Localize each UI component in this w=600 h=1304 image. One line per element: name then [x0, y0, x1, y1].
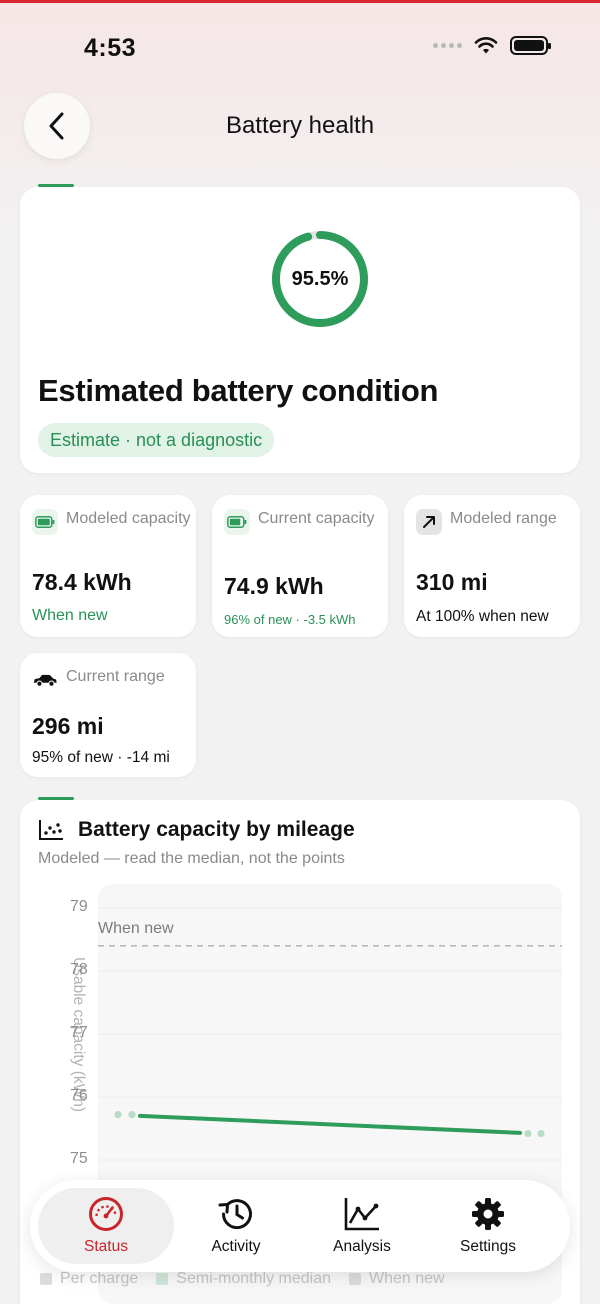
legend-label: When new	[369, 1270, 445, 1287]
per-charge-point	[524, 1129, 532, 1138]
condition-percent: 95.5%	[291, 267, 349, 290]
arrow-up-right-icon	[416, 509, 442, 535]
chart-line-icon	[344, 1198, 379, 1231]
metric-label: Modeled range	[450, 510, 557, 527]
metric-label: Current capacity	[258, 510, 375, 527]
legend-item: Semi-monthly median	[156, 1270, 331, 1288]
legend-item: Per charge	[40, 1270, 138, 1288]
tab-activity[interactable]: Activity	[168, 1188, 304, 1264]
legend-label: Semi-monthly median	[176, 1270, 331, 1287]
battery-icon	[224, 509, 250, 535]
estimate-badge: Estimate · not a diagnostic	[38, 423, 275, 457]
per-charge-point	[128, 1111, 136, 1119]
y-tick-label: 78	[70, 961, 88, 978]
gear-icon	[472, 1198, 504, 1230]
legend-item: When new	[349, 1270, 445, 1288]
condition-ring: 95.5%	[270, 229, 370, 329]
page-title: Battery health	[225, 112, 375, 139]
status-icons	[433, 36, 551, 55]
tab-settings[interactable]: Settings	[420, 1188, 556, 1264]
metric-sub: At 100% when new	[416, 608, 549, 625]
legend-swatch	[40, 1273, 52, 1285]
metric-modeled-capacity[interactable]: Modeled capacity 78.4 kWh When new	[20, 495, 196, 637]
condition-title: Estimated battery condition	[38, 373, 439, 408]
tab-label: Settings	[459, 1238, 516, 1255]
wifi-icon	[474, 36, 498, 53]
status-battery-icon	[510, 36, 551, 55]
median-line	[138, 1113, 522, 1135]
tab-label: Analysis	[333, 1238, 391, 1255]
signal-icon	[433, 43, 462, 48]
y-tick-label: 75	[70, 1150, 88, 1167]
legend-swatch	[349, 1273, 361, 1285]
y-tick-label: 77	[70, 1024, 88, 1041]
chart-legend: Per charge Semi-monthly median When new	[40, 1270, 445, 1288]
battery-condition-card: 95.5% Estimated battery condition Estima…	[20, 187, 580, 473]
status-bar: 4:53	[0, 0, 600, 96]
metric-current-capacity[interactable]: Current capacity 74.9 kWh 96% of new · -…	[212, 495, 388, 637]
tab-label: Activity	[211, 1238, 261, 1255]
car-icon	[32, 667, 58, 693]
battery-full-icon	[32, 509, 58, 535]
y-tick-label: 76	[70, 1087, 88, 1104]
bottom-tab-bar: Status Activity Analysis Settings	[30, 1180, 570, 1272]
legend-swatch	[156, 1273, 169, 1285]
metric-value: 74.9 kWh	[224, 573, 324, 599]
metric-sub: When new	[32, 607, 108, 624]
y-tick-label: 79	[70, 898, 88, 915]
metric-sub: 96% of new · -3.5 kWh	[224, 612, 356, 627]
history-icon	[218, 1199, 252, 1230]
speedometer-icon	[89, 1197, 123, 1231]
tab-analysis[interactable]: Analysis	[294, 1188, 430, 1264]
legend-label: Per charge	[60, 1270, 139, 1287]
metric-sub: 95% of new · -14 mi	[32, 749, 170, 766]
per-charge-point	[537, 1129, 545, 1138]
metric-value: 78.4 kWh	[32, 569, 132, 595]
per-charge-point	[114, 1111, 122, 1119]
metric-current-range[interactable]: Current range 296 mi 95% of new · -14 mi	[20, 653, 196, 777]
metric-label: Modeled capacity	[66, 510, 191, 527]
metric-modeled-range[interactable]: Modeled range 310 mi At 100% when new	[404, 495, 580, 637]
status-time: 4:53	[84, 34, 137, 62]
tab-status[interactable]: Status	[38, 1188, 174, 1264]
metric-value: 310 mi	[416, 569, 488, 595]
tab-label: Status	[84, 1238, 128, 1255]
metric-value: 296 mi	[32, 713, 104, 739]
metric-label: Current range	[66, 668, 165, 685]
